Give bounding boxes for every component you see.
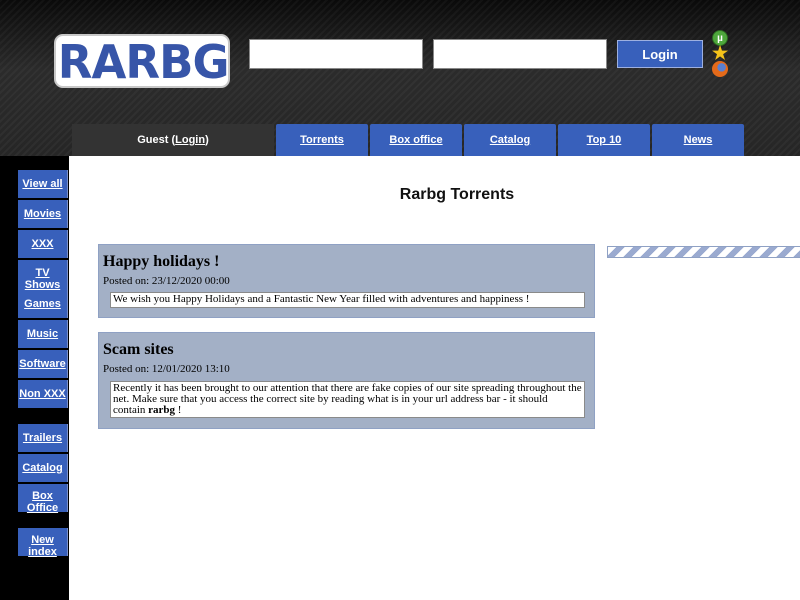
logo-text: RARBG xyxy=(57,35,229,88)
sidebar-item-tv-shows[interactable]: TV Shows xyxy=(18,260,68,291)
sidebar-item-non-xxx[interactable]: Non XXX xyxy=(18,380,68,408)
sidebar-item-xxx[interactable]: XXX xyxy=(18,230,68,258)
guest-prefix: Guest ( xyxy=(137,134,176,146)
sidebar-item-catalog[interactable]: Catalog xyxy=(18,454,68,482)
tab-news-label[interactable]: News xyxy=(684,134,713,146)
news-item: Happy holidays ! Posted on: 23/12/2020 0… xyxy=(98,244,595,318)
sidebar-item-movies[interactable]: Movies xyxy=(18,200,68,228)
guest-suffix: ) xyxy=(205,134,209,146)
news-body-end: ! xyxy=(175,404,182,416)
sidebar-item-music[interactable]: Music xyxy=(18,320,68,348)
sidebar-item-games[interactable]: Games xyxy=(18,290,68,318)
sidebar-item-box-office[interactable]: Box Office xyxy=(18,484,68,514)
news-body: Recently it has been brought to our atte… xyxy=(110,381,585,418)
tab-box-office[interactable]: Box office xyxy=(370,124,462,156)
news-body: We wish you Happy Holidays and a Fantast… xyxy=(110,292,585,308)
news-body-text: Recently it has been brought to our atte… xyxy=(113,382,582,416)
tab-top-10-label[interactable]: Top 10 xyxy=(587,134,622,146)
guest-login-link[interactable]: Login xyxy=(175,134,205,146)
rarbg-logo[interactable]: RARBG xyxy=(54,34,230,88)
news-date: Posted on: 23/12/2020 00:00 xyxy=(103,275,230,287)
sidebar-item-software[interactable]: Software xyxy=(18,350,68,378)
star-icon[interactable]: ★ xyxy=(712,43,728,63)
guest-status: Guest (Login) xyxy=(72,124,274,156)
news-date: Posted on: 12/01/2020 13:10 xyxy=(103,363,230,375)
username-field[interactable] xyxy=(249,39,423,69)
news-title: Happy holidays ! xyxy=(103,253,220,270)
sidebar-item-trailers[interactable]: Trailers xyxy=(18,424,68,452)
sidebar-item-new-index[interactable]: New index xyxy=(18,528,68,558)
main-content: Rarbg Torrents Happy holidays ! Posted o… xyxy=(69,156,800,600)
tab-torrents-label[interactable]: Torrents xyxy=(300,134,344,146)
sidebar-item-view-all[interactable]: View all xyxy=(18,170,68,198)
news-title: Scam sites xyxy=(103,341,174,358)
firefox-icon[interactable] xyxy=(712,61,728,77)
tab-news[interactable]: News xyxy=(652,124,744,156)
tab-catalog-label[interactable]: Catalog xyxy=(490,134,530,146)
tab-top-10[interactable]: Top 10 xyxy=(558,124,650,156)
tab-box-office-label[interactable]: Box office xyxy=(389,134,442,146)
news-body-bold: rarbg xyxy=(148,404,176,416)
news-item: Scam sites Posted on: 12/01/2020 13:10 R… xyxy=(98,332,595,429)
page-title: Rarbg Torrents xyxy=(399,186,515,203)
login-button[interactable]: Login xyxy=(617,40,703,68)
loading-progress-bar xyxy=(607,246,800,258)
tab-torrents[interactable]: Torrents xyxy=(276,124,368,156)
tab-catalog[interactable]: Catalog xyxy=(464,124,556,156)
password-field[interactable] xyxy=(433,39,607,69)
